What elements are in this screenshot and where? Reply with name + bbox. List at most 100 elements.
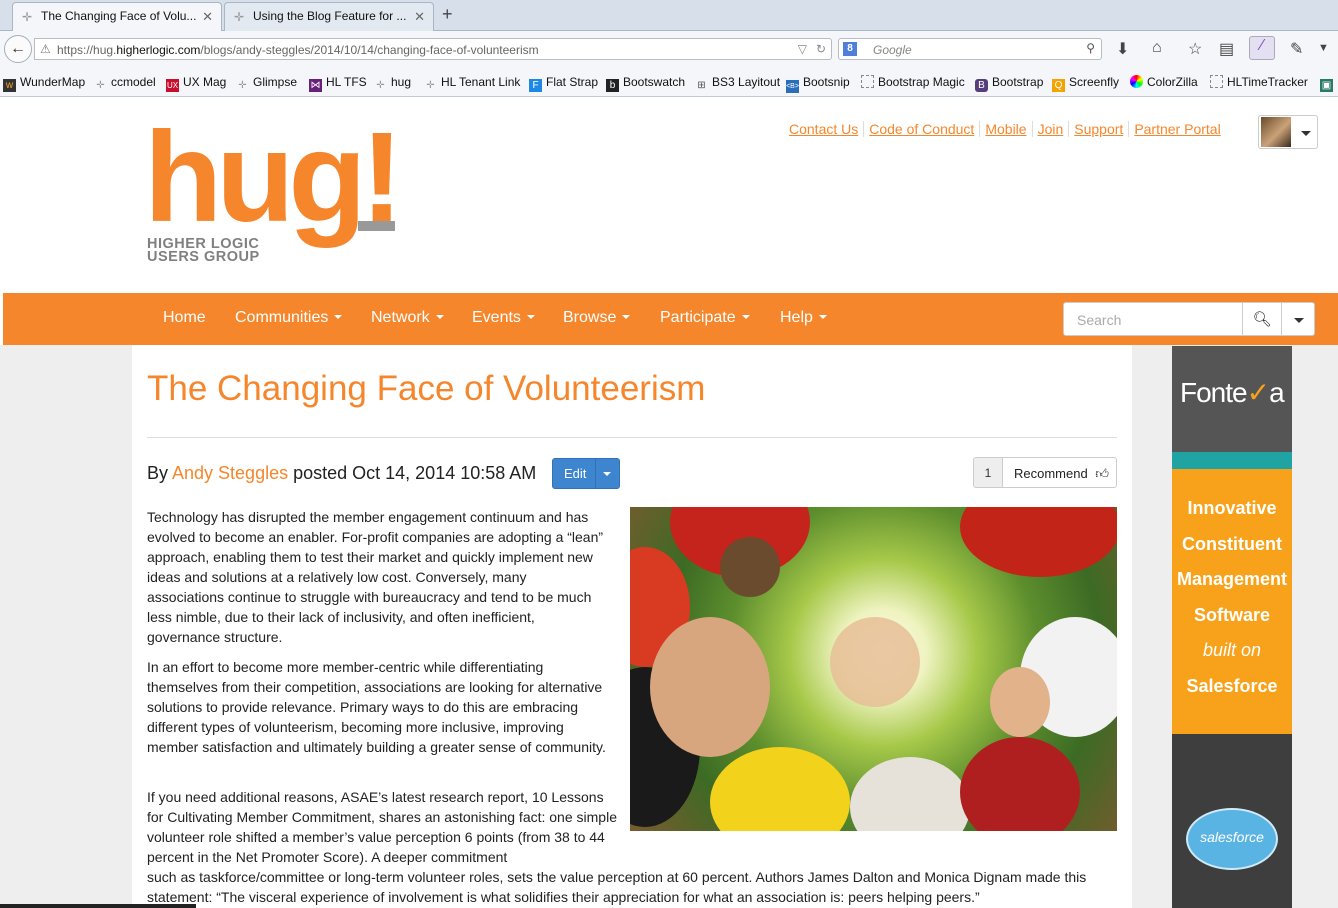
bookmark-bs3-layitout[interactable]: ⊞ BS3 Layitout — [695, 75, 780, 92]
bookmarks-bar: w WunderMap ✛ ccmodel UX UX Mag ✛ Glimpse ⋈ H… — [0, 67, 1338, 97]
dropdown-arrow-icon[interactable]: ▽ — [798, 42, 807, 56]
nav-label: Home — [163, 309, 206, 326]
bootsnip-icon: <B> — [786, 80, 799, 93]
site-search-button[interactable]: 🔍︎ — [1242, 302, 1282, 336]
nav-communities[interactable]: Communities — [235, 309, 343, 327]
pen-addon-icon[interactable]: ⁄ — [1249, 36, 1275, 60]
grid-icon: ⊞ — [697, 80, 706, 91]
bookmark-label: Bootswatch — [623, 75, 686, 89]
bookmark-glimpse[interactable]: ✛ Glimpse — [236, 75, 297, 92]
reader-list-icon[interactable]: ▤ — [1219, 39, 1234, 59]
nav-label: Browse — [563, 309, 617, 326]
posted-date: posted Oct 14, 2014 10:58 AM — [288, 463, 537, 483]
bootstrap-icon: B — [975, 79, 988, 92]
crosshair-icon: ✛ — [376, 80, 385, 91]
menu-chevron-icon[interactable]: ▼ — [1318, 42, 1329, 54]
author-link[interactable]: Andy Steggles — [172, 463, 288, 483]
bookmark-flat-strap[interactable]: F Flat Strap — [529, 75, 598, 92]
paragraph: If you need additional reasons, ASAE’s l… — [147, 789, 617, 865]
nav-help[interactable]: Help — [780, 309, 827, 327]
caret-down-icon — [818, 315, 827, 319]
left-gutter — [0, 345, 132, 908]
code-of-conduct-link[interactable]: Code of Conduct — [863, 121, 980, 137]
site-search-input[interactable]: Search — [1063, 302, 1243, 336]
edit-label: Edit — [564, 466, 587, 481]
url-host: higherlogic.com — [116, 43, 201, 57]
paragraph: Technology has disrupted the member enga… — [147, 509, 604, 645]
bookmark-hug[interactable]: ✛ hug — [374, 75, 411, 92]
contact-us-link[interactable]: Contact Us — [789, 121, 863, 137]
bookmark-label: UX Mag — [183, 75, 227, 89]
bookmark-bootstrap-magic[interactable]: Bootstrap Magic — [861, 75, 965, 89]
logo-tagline-line2: USERS GROUP — [147, 249, 260, 265]
screenfly-icon: Q — [1052, 79, 1065, 92]
site-logo[interactable]: hug! HIGHER LOGIC USERS GROUP — [144, 114, 406, 267]
user-menu-button[interactable] — [1258, 115, 1318, 149]
bookmark-bootstrap[interactable]: B Bootstrap — [975, 75, 1043, 92]
bootswatch-icon: b — [606, 79, 619, 92]
tools-icon[interactable]: ✎ — [1290, 39, 1303, 59]
url-bar[interactable]: ⚠ https://hug.higherlogic.com/blogs/andy… — [34, 38, 832, 60]
horizontal-scrollbar[interactable] — [0, 904, 196, 908]
ad-line: built on — [1202, 640, 1262, 660]
tab-blog-feature[interactable]: ✛ Using the Blog Feature for ... ✕ — [224, 2, 434, 31]
ad-line: Management — [1176, 569, 1288, 589]
bookmark-label: HL TFS — [326, 75, 367, 89]
bookmark-label: ColorZilla — [1147, 75, 1198, 89]
reload-icon[interactable]: ↻ — [816, 42, 826, 56]
tab-changing-face[interactable]: ✛ The Changing Face of Volu... ✕ — [12, 2, 222, 32]
bookmark-star-icon[interactable]: ☆ — [1188, 39, 1202, 59]
url-prefix: https://hug. — [57, 43, 117, 57]
search-options-dropdown[interactable] — [1281, 302, 1315, 336]
caret-down-icon — [435, 315, 444, 319]
nav-participate[interactable]: Participate — [660, 309, 750, 327]
blog-article: The Changing Face of Volunteerism By And… — [132, 345, 1132, 908]
bookmark-hl-tenant-link[interactable]: ✛ HL Tenant Link — [424, 75, 520, 92]
web-page: Contact Us Code of Conduct Mobile Join Suppo… — [0, 98, 1338, 908]
nav-network[interactable]: Network — [371, 309, 444, 327]
bookmark-wundermap[interactable]: w WunderMap — [3, 75, 85, 92]
page-favicon-icon: ✛ — [234, 10, 245, 24]
close-tab-icon[interactable]: ✕ — [202, 9, 213, 25]
bookmark-bootsnip[interactable]: <B> Bootsnip — [786, 75, 850, 93]
bookmark-uxmag[interactable]: UX UX Mag — [166, 75, 226, 92]
bookmark-label: HLTimeTracker — [1227, 75, 1308, 89]
recommend-button[interactable]: Recommend 👍︎ — [1002, 457, 1117, 488]
edit-button[interactable]: Edit — [552, 458, 620, 489]
nav-home[interactable]: Home — [163, 309, 206, 327]
download-icon[interactable]: ⬇ — [1116, 39, 1129, 59]
bookmark-colorzilla[interactable]: ColorZilla — [1130, 75, 1198, 89]
caret-down-icon — [622, 315, 631, 319]
partner-portal-link[interactable]: Partner Portal — [1128, 121, 1226, 137]
back-button[interactable]: ← — [4, 35, 32, 63]
browser-search-input[interactable]: 8 Google ⚲ — [838, 38, 1102, 60]
bookmark-screenfly[interactable]: Q Screenfly — [1052, 75, 1119, 92]
bookmark-hltfs[interactable]: ⋈ HL TFS — [309, 75, 367, 92]
search-icon[interactable]: ⚲ — [1086, 41, 1095, 55]
ad-brand: Fonte✓a — [1180, 376, 1285, 409]
ad-header: Fonte✓a — [1172, 346, 1292, 452]
bookmark-overflow[interactable]: ▣ — [1320, 75, 1337, 92]
bookmark-hltimetracker[interactable]: HLTimeTracker — [1210, 75, 1308, 89]
bookmark-bootswatch[interactable]: b Bootswatch — [606, 75, 685, 92]
paragraph: such as taskforce/committee or long-term… — [147, 869, 1087, 905]
mobile-link[interactable]: Mobile — [979, 121, 1032, 137]
blank-page-icon — [861, 75, 874, 88]
support-link[interactable]: Support — [1068, 121, 1129, 137]
home-icon[interactable]: ⌂ — [1152, 39, 1162, 57]
join-link[interactable]: Join — [1031, 121, 1069, 137]
caret-down-icon — [741, 315, 750, 319]
bookmark-ccmodel[interactable]: ✛ ccmodel — [94, 75, 155, 92]
bookmark-label: BS3 Layitout — [712, 75, 781, 89]
paragraph: In an effort to become more member-centr… — [147, 659, 606, 755]
sidebar-ad[interactable]: Fonte✓a Innovative Constituent Managemen… — [1172, 346, 1292, 908]
nav-browse[interactable]: Browse — [563, 309, 631, 327]
page-title: The Changing Face of Volunteerism — [147, 369, 706, 408]
chevron-down-icon[interactable] — [603, 472, 611, 476]
new-tab-icon[interactable]: + — [442, 4, 453, 25]
bookmark-label: Flat Strap — [546, 75, 599, 89]
nav-label: Network — [371, 309, 430, 326]
nav-events[interactable]: Events — [472, 309, 535, 327]
close-tab-icon[interactable]: ✕ — [414, 9, 425, 25]
bookmark-label: Bootstrap Magic — [878, 75, 965, 89]
